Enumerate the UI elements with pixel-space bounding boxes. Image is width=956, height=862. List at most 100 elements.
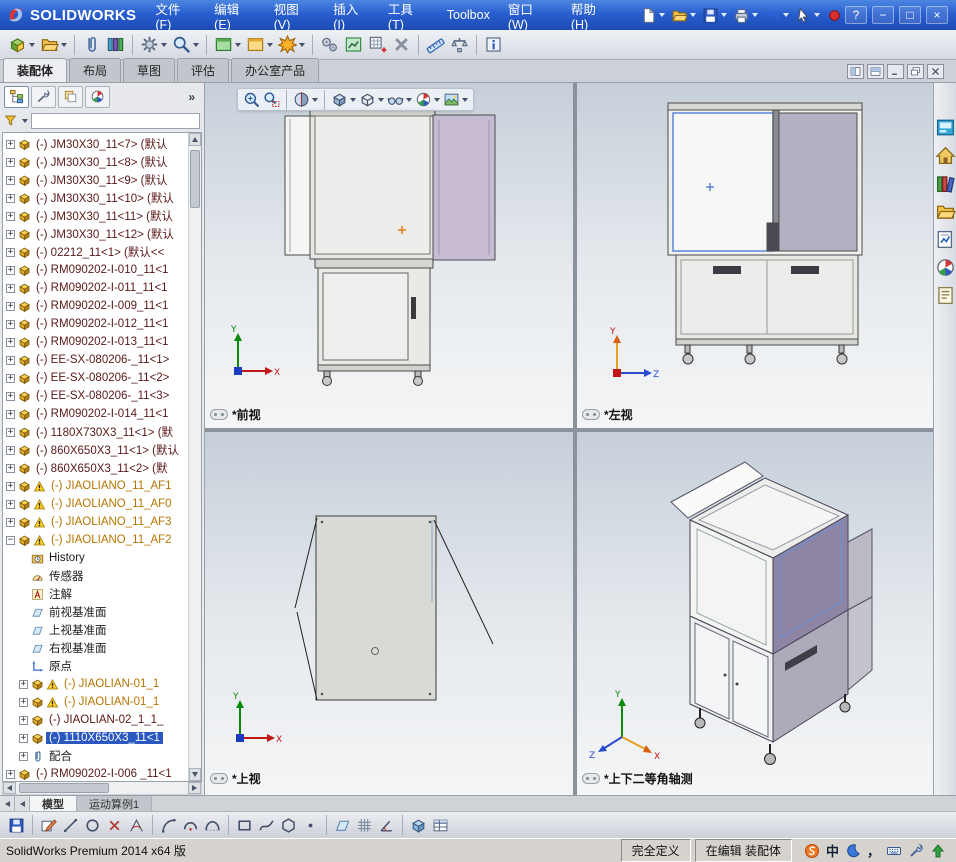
props-button[interactable] [935,285,956,306]
rect-button[interactable] [234,815,255,836]
tree-expander-icon[interactable]: + [6,319,15,329]
move-button[interactable] [138,33,169,56]
viewport-isometric-view[interactable]: Y X Z *上下二等角轴测 [577,432,933,795]
tree-expander-icon[interactable]: + [6,157,15,167]
tree-item[interactable]: + (-) EE-SX-080206-_11<1> [3,351,188,369]
palette-button[interactable] [935,229,956,250]
dropdown-arrow-icon[interactable] [193,42,199,47]
split-v-button[interactable] [867,64,884,79]
tree-expander-icon[interactable]: + [6,517,15,527]
tree-expander-icon[interactable]: + [19,697,28,707]
help-button[interactable]: ? [845,6,867,24]
dropdown-arrow-icon[interactable] [161,42,167,47]
dropdown-arrow-icon[interactable] [312,97,318,102]
interfere-button[interactable] [390,33,413,56]
tree-item[interactable]: + (-) JM30X30_11<11> (默认 [3,207,188,225]
mate-button[interactable] [80,33,103,56]
tree-expander-icon[interactable]: + [19,733,28,743]
win-close-button[interactable] [927,64,944,79]
tree-item[interactable]: + (-) 860X650X3_11<1> (默认 [3,441,188,459]
scene-button[interactable] [442,90,469,109]
wrench-icon[interactable] [908,843,924,859]
minimize-button[interactable]: − [872,6,894,24]
scroll-thumb-h[interactable] [19,783,109,793]
tree-item[interactable]: + (-) 1110X650X3_11<1 [3,729,188,747]
scroll-left-button[interactable] [3,782,16,794]
library-button[interactable] [935,173,956,194]
tree-expander-icon[interactable]: + [6,481,15,491]
bottom-tab-0[interactable]: 模型 [30,796,77,811]
tab-2[interactable]: 草图 [123,58,176,82]
angle-button[interactable] [376,815,397,836]
magnifier-button[interactable] [170,33,201,56]
dropdown-arrow-icon[interactable] [299,42,305,47]
menu-item-4[interactable]: 工具(T) [379,0,438,32]
win-min-button[interactable] [887,64,904,79]
dropdown-arrow-icon[interactable] [434,97,440,102]
view-cube-button[interactable] [330,90,357,109]
zoom-fit-button[interactable] [242,90,261,109]
rebuild-button[interactable] [824,5,845,26]
ime-punct[interactable]: ， [867,841,880,860]
tree-item[interactable]: + (-) RM090202-I-012_11<1 [3,315,188,333]
tree-expander-icon[interactable]: + [6,265,15,275]
viewport-top-view[interactable]: Y X *上视 [205,432,573,795]
tree-expander-icon[interactable]: + [6,337,15,347]
display-style-button[interactable] [358,90,385,109]
tree-expander-icon[interactable]: + [6,769,15,779]
arc3-button[interactable] [202,815,223,836]
table-button[interactable] [430,815,451,836]
tree-expander-icon[interactable]: + [6,373,15,383]
print-button[interactable] [731,5,760,26]
tree-item[interactable]: + (-) 1180X730X3_11<1> (默 [3,423,188,441]
tree-expander-icon[interactable]: + [6,445,15,455]
board-green-button[interactable] [342,33,365,56]
tree-expander-icon[interactable]: + [6,211,15,221]
scroll-down-button[interactable] [189,768,201,781]
tree-item[interactable]: + (-) JIAOLIAN-01_1 [3,693,188,711]
dropdown-arrow-icon[interactable] [690,13,696,17]
scroll-right-button[interactable] [188,782,201,794]
close-button[interactable]: × [926,6,948,24]
point-button[interactable] [300,815,321,836]
chevron-down-icon[interactable] [22,118,28,123]
manager-tab-fm-tree[interactable] [4,85,29,108]
save-button[interactable] [6,815,27,836]
window-green-button[interactable] [212,33,243,56]
tree-item[interactable]: + (-) RM090202-I-014_11<1 [3,405,188,423]
dropdown-arrow-icon[interactable] [378,97,384,102]
tree-expander-icon[interactable]: + [6,283,15,293]
line-button[interactable] [60,815,81,836]
scroll-thumb[interactable] [190,150,200,208]
arc1-button[interactable] [158,815,179,836]
viewport-vertical-splitter[interactable] [573,83,577,795]
tab-4[interactable]: 办公室产品 [231,58,320,82]
tree-item[interactable]: + (-) JIAOLIANO_11_AF0 [3,495,188,513]
tree-expander-icon[interactable]: + [19,679,28,689]
tree-item[interactable]: + (-) RM090202-I-010_11<1 [3,261,188,279]
dropdown-arrow-icon[interactable] [350,97,356,102]
tree-expander-icon[interactable]: + [6,427,15,437]
resources-button[interactable] [935,117,956,138]
dropdown-arrow-icon[interactable] [462,97,468,102]
measure-button[interactable] [424,33,447,56]
plane-button[interactable] [332,815,353,836]
insert-comp-button[interactable] [6,33,37,56]
mass-button[interactable] [448,33,471,56]
split-h-button[interactable] [847,64,864,79]
tree-item[interactable]: +前视基准面 [3,603,188,621]
dropdown-arrow-icon[interactable] [235,42,241,47]
moon-icon[interactable] [845,843,861,859]
viewport-left-view[interactable]: Y Z *左视 [577,83,933,428]
home-button[interactable] [934,145,956,166]
tree-item[interactable]: +上视基准面 [3,621,188,639]
tree-expander-icon[interactable]: + [19,751,28,761]
open-button[interactable] [38,33,69,56]
tree-expander-icon[interactable]: + [6,355,15,365]
keyboard-icon[interactable] [886,843,902,859]
tab-0[interactable]: 装配体 [3,58,68,82]
cube-blue-button[interactable] [408,815,429,836]
dropdown-arrow-icon[interactable] [783,13,789,17]
spline-button[interactable] [256,815,277,836]
tree-item[interactable]: + (-) JIAOLIANO_11_AF3 [3,513,188,531]
